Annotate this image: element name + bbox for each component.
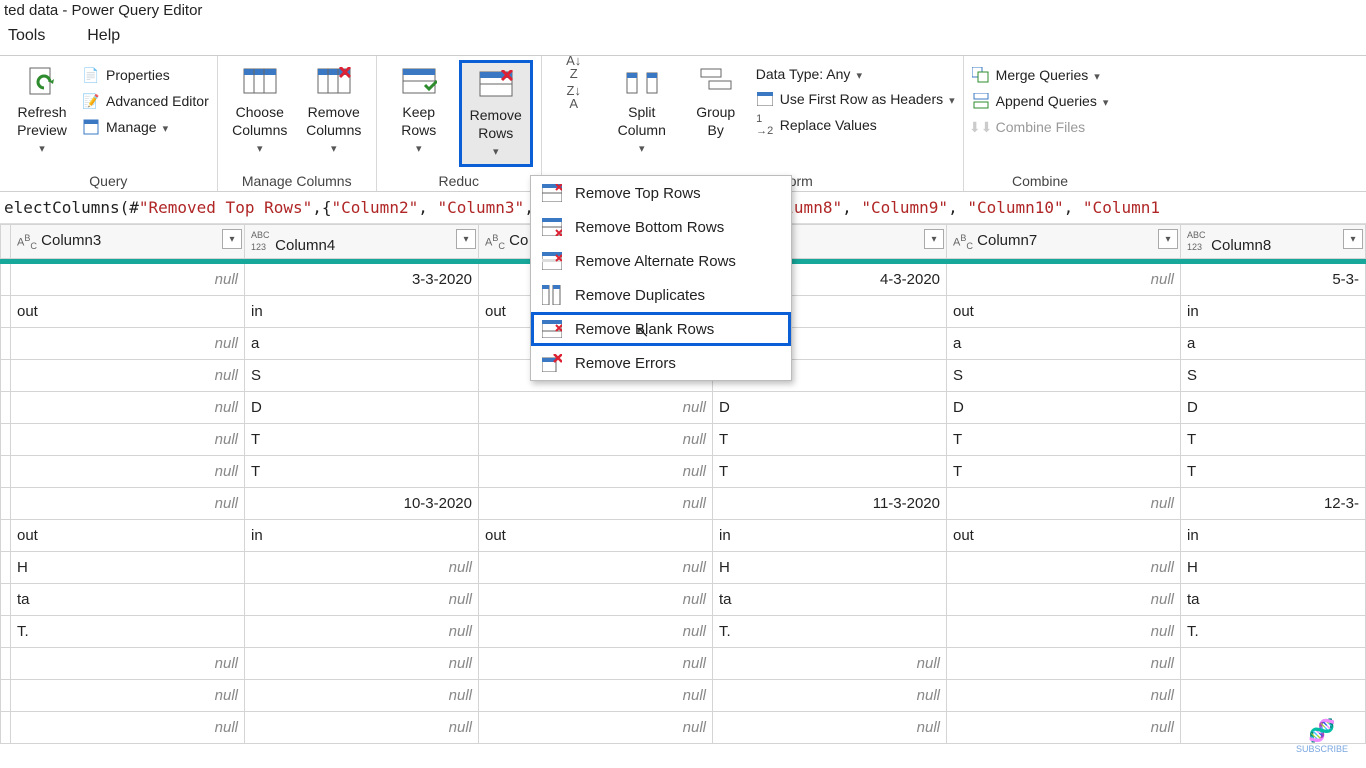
remove-alt-icon [541, 250, 563, 272]
split-column-button[interactable]: Split Column [608, 60, 676, 161]
remove-bottom-rows-item[interactable]: Remove Bottom Rows [531, 210, 791, 244]
mouse-cursor: ↖ [636, 322, 649, 342]
table-row[interactable]: nullDnullDDD [1, 392, 1366, 424]
filter-icon[interactable]: ▾ [456, 229, 476, 249]
data-type-button[interactable]: Data Type: Any [756, 64, 955, 84]
remove-rows-button[interactable]: Remove Rows [459, 60, 533, 167]
choose-columns-icon [242, 64, 278, 100]
remove-columns-icon [316, 64, 352, 100]
remove-rows-dropdown: Remove Top Rows Remove Bottom Rows Remov… [530, 175, 792, 381]
advanced-editor-button[interactable]: 📝 Advanced Editor [82, 90, 209, 112]
table-row[interactable]: HnullnullHnullH [1, 552, 1366, 584]
merge-icon [972, 66, 990, 84]
column-header[interactable]: ABC123 Column8▾ [1181, 225, 1366, 259]
menu-tools[interactable]: Tools [8, 27, 45, 44]
refresh-preview-button[interactable]: Refresh Preview [8, 60, 76, 161]
combine-files-icon: ⬇⬇ [972, 118, 990, 136]
ribbon: Refresh Preview 📄 Properties 📝 Advanced … [0, 56, 1366, 192]
subscribe-watermark: 🧬 SUBSCRIBE [1296, 718, 1348, 754]
append-icon [972, 92, 990, 110]
headers-icon [756, 90, 774, 108]
keep-rows-button[interactable]: Keep Rows [385, 60, 453, 161]
remove-errors-icon [541, 352, 563, 374]
properties-button[interactable]: 📄 Properties [82, 64, 209, 86]
sort-icon: A↓ZZ↓A [556, 64, 592, 100]
window-title: ted data - Power Query Editor [0, 0, 1366, 21]
remove-dup-icon [541, 284, 563, 306]
table-row[interactable]: T.nullnullT.nullT. [1, 616, 1366, 648]
group-by-button[interactable]: Group By [682, 60, 750, 143]
choose-columns-button[interactable]: Choose Columns [226, 60, 294, 161]
combine-group-label: Combine [972, 171, 1109, 189]
table-row[interactable]: outinoutinoutin [1, 520, 1366, 552]
manage-icon [82, 118, 100, 136]
table-row[interactable]: nullTnullTTT [1, 456, 1366, 488]
remove-duplicates-item[interactable]: Remove Duplicates [531, 278, 791, 312]
remove-errors-item[interactable]: Remove Errors [531, 346, 791, 380]
combine-files-button[interactable]: ⬇⬇ Combine Files [972, 116, 1109, 138]
merge-queries-button[interactable]: Merge Queries [972, 64, 1109, 86]
column-header[interactable]: ABC123 Column4▾ [245, 225, 479, 259]
first-row-headers-button[interactable]: Use First Row as Headers [756, 88, 955, 110]
remove-top-rows-item[interactable]: Remove Top Rows [531, 176, 791, 210]
menu-help[interactable]: Help [87, 27, 120, 44]
table-row[interactable]: tanullnulltanullta [1, 584, 1366, 616]
table-row[interactable]: nullnullnullnullnull [1, 712, 1366, 744]
remove-top-icon [541, 182, 563, 204]
manage-columns-group-label: Manage Columns [226, 171, 368, 189]
remove-blank-rows-item[interactable]: Remove Blank Rows [531, 312, 791, 346]
replace-icon: 1→2 [756, 116, 774, 134]
menu-bar: Tools Help [0, 21, 1366, 56]
filter-icon[interactable]: ▾ [1343, 229, 1363, 249]
group-by-icon [698, 64, 734, 100]
table-row[interactable]: nullnullnullnullnull [1, 680, 1366, 712]
remove-columns-button[interactable]: Remove Columns [300, 60, 368, 161]
append-queries-button[interactable]: Append Queries [972, 90, 1109, 112]
replace-values-button[interactable]: 1→2 Replace Values [756, 114, 955, 136]
query-group-label: Query [8, 171, 209, 189]
advanced-editor-icon: 📝 [82, 92, 100, 110]
reduce-rows-group-label: Reduc [385, 171, 533, 189]
remove-bottom-icon [541, 216, 563, 238]
table-row[interactable]: null10-3-2020null11-3-2020null12-3- [1, 488, 1366, 520]
table-row[interactable]: nullTnullTTT [1, 424, 1366, 456]
filter-icon[interactable]: ▾ [924, 229, 944, 249]
split-column-icon [624, 64, 660, 100]
refresh-icon [24, 64, 60, 100]
table-row[interactable]: nullnullnullnullnull [1, 648, 1366, 680]
sort-button[interactable]: A↓ZZ↓A [550, 60, 598, 108]
remove-alternate-rows-item[interactable]: Remove Alternate Rows [531, 244, 791, 278]
column-header[interactable]: ABC Column3▾ [11, 225, 245, 259]
manage-button[interactable]: Manage [82, 116, 209, 138]
remove-rows-icon [478, 67, 514, 103]
properties-icon: 📄 [82, 66, 100, 84]
filter-icon[interactable]: ▾ [1158, 229, 1178, 249]
remove-blank-icon [541, 318, 563, 340]
column-header[interactable]: ABC Column7▾ [947, 225, 1181, 259]
filter-icon[interactable]: ▾ [222, 229, 242, 249]
keep-rows-icon [401, 64, 437, 100]
